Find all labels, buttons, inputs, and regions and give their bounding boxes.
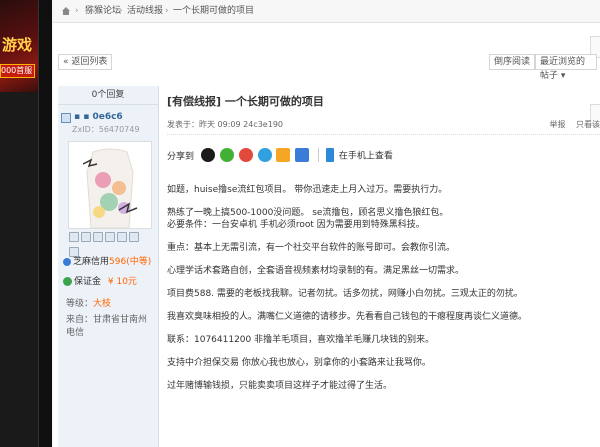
qzone-icon[interactable] bbox=[257, 148, 272, 162]
share-bar: 分享到 在手机上查看 bbox=[167, 148, 393, 166]
forum-main: › 猕猴论坛 › 活动线报 › 一个长期可做的项目 « 返回列表 倒序阅读 最近… bbox=[53, 0, 600, 447]
breadcrumb-separator: › bbox=[75, 6, 79, 16]
view-on-mobile-link[interactable]: 在手机上查看 bbox=[339, 152, 393, 162]
breadcrumb-section[interactable]: 活动线报 bbox=[127, 6, 163, 16]
post-paragraph: 重点：基本上无需引流，有一个社交平台软件的账号即可。会教你引流。 bbox=[167, 243, 456, 253]
home-icon[interactable] bbox=[61, 6, 71, 16]
reverse-order-button[interactable]: 倒序阅读 bbox=[489, 54, 536, 70]
share-label: 分享到 bbox=[167, 151, 195, 162]
deposit-label: 保证金 bbox=[74, 277, 102, 287]
author-actions bbox=[68, 230, 150, 257]
ad-banner-button[interactable]: 000首服 bbox=[0, 64, 35, 78]
recent-posts-dropdown[interactable]: 最近浏览的帖子 ▾ bbox=[535, 54, 597, 81]
share-divider bbox=[318, 148, 320, 162]
add-friend-icon[interactable] bbox=[81, 232, 91, 242]
deposit-value: ¥ 10元 bbox=[107, 277, 137, 287]
author-zxid: ZxID：56470749 bbox=[72, 125, 140, 134]
post-body: [有偿线报] 一个长期可做的项目 发表于：昨天 09:09 24c3e190 举… bbox=[163, 86, 600, 447]
left-advertisement[interactable]: 游戏 000首服 bbox=[0, 0, 52, 447]
author-panel: 0个回复 ▪ ▪ 0e6c6 ZxID：56470749 芝麻信用596(中等)… bbox=[58, 86, 159, 447]
ad-banner-text: 游戏 bbox=[2, 36, 33, 54]
deposit-info: 保证金 ¥ 10元 bbox=[63, 274, 137, 287]
post-toolbar: « 返回列表 倒序阅读 最近浏览的帖子 ▾ bbox=[53, 44, 600, 81]
back-to-list-button[interactable]: « 返回列表 bbox=[58, 54, 113, 70]
post-time: 发表于：昨天 09:09 24c3e190 bbox=[167, 120, 283, 129]
post-paragraph-line: 熟练了一晚上搞500-1000没问题。 se流撸包，顾名思义撸色狼红包。 bbox=[167, 208, 449, 218]
wechat-icon[interactable] bbox=[219, 148, 234, 162]
credit-info: 芝麻信用596(中等) bbox=[63, 254, 151, 267]
share-icon[interactable] bbox=[129, 232, 139, 242]
reply-count: 0个回复 bbox=[58, 86, 158, 105]
post-paragraph-group: 熟练了一晚上搞500-1000没问题。 se流撸包，顾名思义撸色狼红包。 必要条… bbox=[167, 207, 587, 231]
credit-icon bbox=[63, 257, 71, 266]
post-content: 如题，huise撸se流红包项目。 带你迅速走上月入过万。需要执行力。 熟练了一… bbox=[167, 184, 587, 403]
only-author-link[interactable]: 只看该 bbox=[576, 120, 600, 129]
qq-icon[interactable] bbox=[200, 148, 215, 162]
post-paragraph: 如题，huise撸se流红包项目。 带你迅速走上月入过万。需要执行力。 bbox=[167, 185, 448, 195]
user-icon bbox=[61, 113, 71, 123]
post-paragraph: 项目费588. 需要的老板找我聊。记者勿扰。话多勿扰，网赚小白勿扰。三观太正的勿… bbox=[167, 289, 523, 299]
profile-icon[interactable] bbox=[93, 232, 103, 242]
avatar-image bbox=[69, 142, 151, 228]
star-share-icon[interactable] bbox=[276, 148, 291, 162]
post-paragraph-line: 必要条件：一台安卓机 手机必须root 因为需要用到特殊黑科技。 bbox=[167, 220, 425, 230]
level-value: 大枝 bbox=[93, 299, 112, 309]
mobile-icon bbox=[326, 148, 335, 162]
medal-icon[interactable] bbox=[105, 232, 115, 242]
post-paragraph: 心理学话术套路自创，全套语音视频素材均录制的有。满足黑丝一切需求。 bbox=[167, 266, 465, 276]
post-paragraph: 我喜欢臭味相投的人。满嘴仁义道德的请移步。先看看自己钱包的干瘪程度再谈仁义道德。 bbox=[167, 312, 528, 322]
deposit-icon bbox=[63, 277, 72, 286]
author-location: 来自：甘肃省甘南州 电信 bbox=[66, 315, 148, 338]
author-name[interactable]: ▪ ▪ 0e6c6 bbox=[74, 112, 123, 122]
breadcrumb: › 猕猴论坛 › 活动线报 › 一个长期可做的项目 bbox=[53, 0, 600, 23]
credit-label: 芝麻信用 bbox=[73, 257, 110, 267]
avatar[interactable] bbox=[68, 141, 152, 229]
breadcrumb-current: 一个长期可做的项目 bbox=[173, 6, 255, 16]
post-paragraph: 支持中介担保交易 你放心我也放心，别拿你的小套路来让我骂你。 bbox=[167, 358, 431, 368]
level-label: 等级： bbox=[66, 299, 94, 309]
breadcrumb-separator: › bbox=[165, 6, 169, 16]
credit-value: 596(中等) bbox=[109, 257, 152, 267]
breadcrumb-site[interactable]: 猕猴论坛 bbox=[85, 6, 121, 16]
breadcrumb-separator: › bbox=[119, 6, 123, 16]
post-paragraph: 联系：1076411200 非撸羊毛项目，喜欢撸羊毛赚几块钱的别来。 bbox=[167, 335, 435, 345]
report-link[interactable]: 举报 bbox=[549, 120, 565, 129]
post-paragraph: 过年赌博输钱损，只能卖卖项目这样子才能过得了生活。 bbox=[167, 381, 393, 391]
tieba-icon[interactable] bbox=[295, 148, 310, 162]
ad-stripe bbox=[38, 0, 52, 447]
weibo-icon[interactable] bbox=[238, 148, 253, 162]
message-icon[interactable] bbox=[69, 232, 79, 242]
page-title: [有偿线报] 一个长期可做的项目 bbox=[167, 95, 324, 108]
post-meta: 发表于：昨天 09:09 24c3e190 举报 只看该 bbox=[167, 119, 600, 135]
favorite-icon[interactable] bbox=[117, 232, 127, 242]
level-info: 等级：大枝 bbox=[66, 296, 111, 309]
